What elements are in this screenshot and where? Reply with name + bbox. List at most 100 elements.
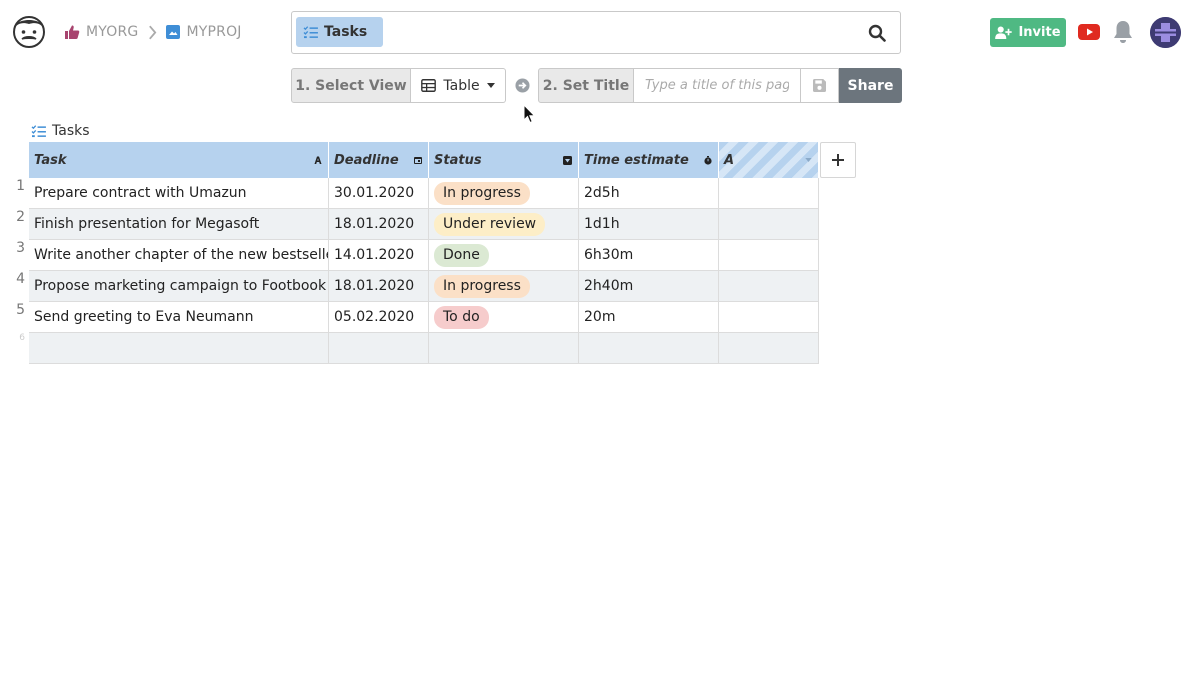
arrow-right-circle-icon: [506, 68, 538, 103]
row-number[interactable]: 2: [9, 209, 25, 225]
breadcrumb-org[interactable]: MYORG: [64, 24, 138, 40]
table-title-label: Tasks: [52, 123, 90, 139]
youtube-icon[interactable]: [1078, 24, 1100, 40]
view-toolbar: 1. Select View Table 2. Set Title Share: [291, 68, 902, 103]
stopwatch-icon: [704, 155, 712, 165]
cell-status[interactable]: In progress: [429, 271, 579, 302]
text-type-icon: [314, 156, 322, 164]
row-number[interactable]: 4: [9, 271, 25, 287]
cell-task[interactable]: Propose marketing campaign to Footbook: [29, 271, 329, 302]
cell-task[interactable]: [29, 333, 329, 364]
cell-a[interactable]: [719, 271, 819, 302]
search-chip-tasks[interactable]: Tasks: [296, 17, 383, 47]
cell-status[interactable]: Under review: [429, 209, 579, 240]
plus-icon: [832, 154, 844, 166]
cell-a[interactable]: [719, 209, 819, 240]
breadcrumb-org-label: MYORG: [86, 24, 139, 40]
table-row: 2 Finish presentation for Megasoft 18.01.2…: [16, 209, 856, 240]
cell-time-estimate[interactable]: 1d1h: [579, 209, 719, 240]
table-row: 3 Write another chapter of the new bestse…: [16, 240, 856, 271]
chevron-down-icon: [805, 158, 812, 162]
image-icon: [166, 25, 181, 39]
invite-button[interactable]: Invite: [990, 18, 1066, 47]
cell-task[interactable]: Write another chapter of the new bestsel…: [29, 240, 329, 271]
table-row: 6: [19, 333, 856, 364]
cell-time-estimate[interactable]: [579, 333, 719, 364]
cell-a[interactable]: [719, 240, 819, 271]
cell-deadline[interactable]: 14.01.2020: [329, 240, 429, 271]
cell-deadline[interactable]: 30.01.2020: [329, 178, 429, 209]
calendar-icon: [414, 157, 422, 164]
column-header-label: Status: [434, 152, 482, 168]
mouse-cursor-icon: [523, 103, 536, 124]
cell-deadline[interactable]: 05.02.2020: [329, 302, 429, 333]
table-body: 1 Prepare contract with Umazun 30.01.2020 I…: [16, 178, 856, 364]
caret-down-icon: [486, 83, 495, 88]
status-badge: To do: [434, 305, 489, 329]
page-title-input[interactable]: [634, 68, 801, 103]
list-check-icon: [31, 124, 46, 137]
table-row: 1 Prepare contract with Umazun 30.01.2020 I…: [16, 178, 856, 209]
breadcrumb-project-label: MYPROJ: [186, 24, 242, 40]
save-button[interactable]: [801, 68, 839, 103]
status-badge: In progress: [434, 274, 530, 298]
view-type-label: Table: [443, 77, 480, 94]
cell-deadline[interactable]: 18.01.2020: [329, 209, 429, 240]
cell-time-estimate[interactable]: 6h30m: [579, 240, 719, 271]
user-avatar[interactable]: [1150, 17, 1181, 48]
select-view-step: 1. Select View: [291, 68, 411, 103]
breadcrumb-project[interactable]: MYPROJ: [166, 24, 241, 40]
table-row: 5 Send greeting to Eva Neumann 05.02.2020 T…: [16, 302, 856, 333]
invite-label: Invite: [1018, 25, 1061, 40]
floppy-disk-icon: [813, 79, 826, 92]
search-icon[interactable]: [868, 24, 886, 42]
column-header-status[interactable]: Status: [429, 142, 579, 178]
user-plus-icon: [995, 26, 1013, 39]
row-number[interactable]: 5: [9, 302, 25, 318]
cell-a[interactable]: [719, 178, 819, 209]
cell-task[interactable]: Finish presentation for Megasoft: [29, 209, 329, 240]
column-header-label: A: [724, 152, 735, 168]
column-header-task[interactable]: Task: [29, 142, 329, 178]
column-header-label: Deadline: [334, 152, 399, 168]
dropdown-select-icon: [563, 155, 572, 165]
search-chip-label: Tasks: [324, 24, 368, 40]
cell-a[interactable]: [719, 302, 819, 333]
add-column-button[interactable]: [820, 142, 856, 178]
breadcrumb: MYORG MYPROJ: [64, 22, 242, 42]
tasks-table: Task Deadline Status Time estimate A 1 Pr…: [16, 142, 856, 364]
cell-a[interactable]: [719, 333, 819, 364]
set-title-step: 2. Set Title: [538, 68, 634, 103]
cell-status[interactable]: [429, 333, 579, 364]
cell-deadline[interactable]: [329, 333, 429, 364]
status-badge: Under review: [434, 212, 546, 236]
cell-task[interactable]: Prepare contract with Umazun: [29, 178, 329, 209]
column-header-a[interactable]: A: [719, 142, 819, 178]
status-badge: Done: [434, 243, 489, 267]
column-header-label: Task: [34, 152, 67, 168]
list-check-icon: [303, 25, 318, 38]
table-row: 4 Propose marketing campaign to Footbook 1…: [16, 271, 856, 302]
app-logo[interactable]: [11, 13, 47, 49]
view-type-dropdown[interactable]: Table: [411, 68, 506, 103]
cell-deadline[interactable]: 18.01.2020: [329, 271, 429, 302]
status-badge: In progress: [434, 181, 530, 205]
cell-status[interactable]: Done: [429, 240, 579, 271]
cell-status[interactable]: To do: [429, 302, 579, 333]
row-number[interactable]: 3: [9, 240, 25, 256]
column-header-time-estimate[interactable]: Time estimate: [579, 142, 719, 178]
share-button[interactable]: Share: [839, 68, 902, 103]
column-header-deadline[interactable]: Deadline: [329, 142, 429, 178]
cell-time-estimate[interactable]: 2h40m: [579, 271, 719, 302]
chevron-right-icon: [148, 25, 157, 40]
notifications-bell-icon[interactable]: [1112, 19, 1134, 45]
column-header-label: Time estimate: [584, 152, 689, 168]
row-number[interactable]: 1: [9, 178, 25, 194]
search-bar[interactable]: Tasks: [291, 11, 901, 54]
cell-task[interactable]: Send greeting to Eva Neumann: [29, 302, 329, 333]
cell-time-estimate[interactable]: 20m: [579, 302, 719, 333]
table-icon: [421, 79, 437, 92]
row-number[interactable]: 6: [9, 333, 25, 343]
cell-time-estimate[interactable]: 2d5h: [579, 178, 719, 209]
cell-status[interactable]: In progress: [429, 178, 579, 209]
